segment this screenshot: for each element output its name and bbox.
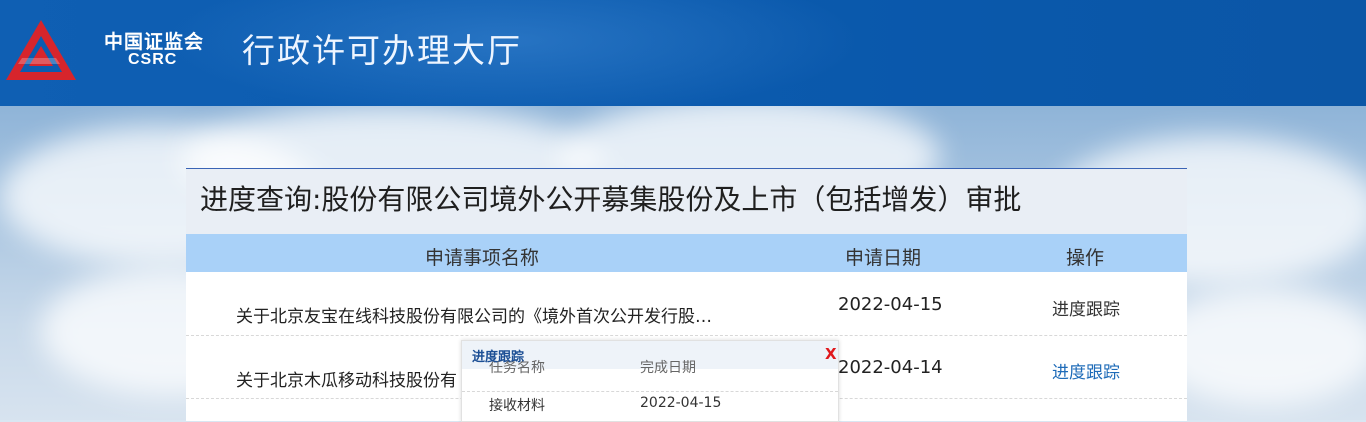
application-date-cell: 2022-04-14 xyxy=(838,357,943,378)
table-header: 申请事项名称 申请日期 操作 xyxy=(186,234,1187,272)
app-title: 行政许可办理大厅 xyxy=(242,31,522,70)
close-icon[interactable]: X xyxy=(825,345,837,363)
column-header-name: 申请事项名称 xyxy=(425,247,540,269)
csrc-logo-icon xyxy=(6,20,76,80)
popup-task-cell: 接收材料 xyxy=(489,398,545,414)
popup-date-cell: 2022-04-15 xyxy=(640,395,722,411)
popup-title: 进度跟踪 xyxy=(472,350,525,365)
progress-track-link[interactable]: 进度跟踪 xyxy=(1052,295,1120,320)
logo-english-name: CSRC xyxy=(128,51,178,68)
progress-track-link[interactable]: 进度跟踪 xyxy=(1052,358,1120,383)
column-header-action: 操作 xyxy=(1066,247,1105,269)
application-name-cell[interactable]: 关于北京友宝在线科技股份有限公司的《境外首次公开发行股… xyxy=(236,302,712,327)
popup-column-date: 完成日期 xyxy=(640,360,696,376)
page-title: 进度查询:股份有限公司境外公开募集股份及上市（包括增发）审批 xyxy=(200,183,1022,216)
panel-title-bar: 进度查询:股份有限公司境外公开募集股份及上市（包括增发）审批 xyxy=(186,169,1187,234)
application-date-cell: 2022-04-15 xyxy=(838,294,943,315)
application-name-cell[interactable]: 关于北京木瓜移动科技股份有 xyxy=(236,366,457,391)
table-row: 关于北京友宝在线科技股份有限公司的《境外首次公开发行股… 2022-04-15 … xyxy=(186,273,1187,336)
progress-tracking-popup: 任务名称 完成日期 进度跟踪 X 接收材料 2022-04-15 xyxy=(461,340,839,422)
logo-chinese-name: 中国证监会 xyxy=(104,31,205,53)
column-header-date: 申请日期 xyxy=(845,247,922,269)
popup-divider xyxy=(462,391,838,392)
site-header: 中国证监会 CSRC 行政许可办理大厅 xyxy=(0,0,1366,106)
